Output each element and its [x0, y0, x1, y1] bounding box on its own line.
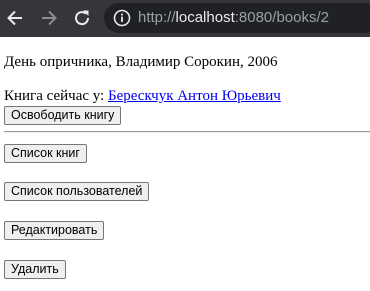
- info-circle-icon[interactable]: [113, 9, 131, 27]
- holder-label: Книга сейчас у:: [4, 88, 108, 104]
- url-text[interactable]: http://localhost:8080/books/2: [138, 9, 329, 27]
- address-bar[interactable]: http://localhost:8080/books/2: [104, 3, 370, 33]
- users-list-button[interactable]: Список пользователей: [4, 182, 150, 201]
- delete-button[interactable]: Удалить: [4, 260, 66, 279]
- edit-button[interactable]: Редактировать: [4, 221, 105, 240]
- book-holder-line: Книга сейчас у: Берескчук Антон Юрьевич: [4, 87, 281, 105]
- holder-name-link[interactable]: Берескчук Антон Юрьевич: [108, 88, 281, 104]
- arrow-left-icon: [7, 10, 22, 26]
- url-host: localhost: [175, 9, 235, 26]
- divider: [4, 131, 370, 133]
- reload-icon: [75, 10, 90, 26]
- back-button[interactable]: [4, 7, 26, 29]
- release-book-button[interactable]: Освободить книгу: [4, 106, 122, 125]
- reload-button[interactable]: [71, 7, 93, 29]
- book-title: День опричника, Владимир Сорокин, 2006: [4, 54, 278, 70]
- url-scheme: http://: [138, 9, 176, 26]
- books-list-button[interactable]: Список книг: [4, 144, 87, 163]
- url-path: :8080/books/2: [234, 9, 329, 26]
- forward-button[interactable]: [38, 7, 60, 29]
- arrow-right-icon: [42, 10, 57, 26]
- browser-toolbar: http://localhost:8080/books/2: [0, 0, 370, 37]
